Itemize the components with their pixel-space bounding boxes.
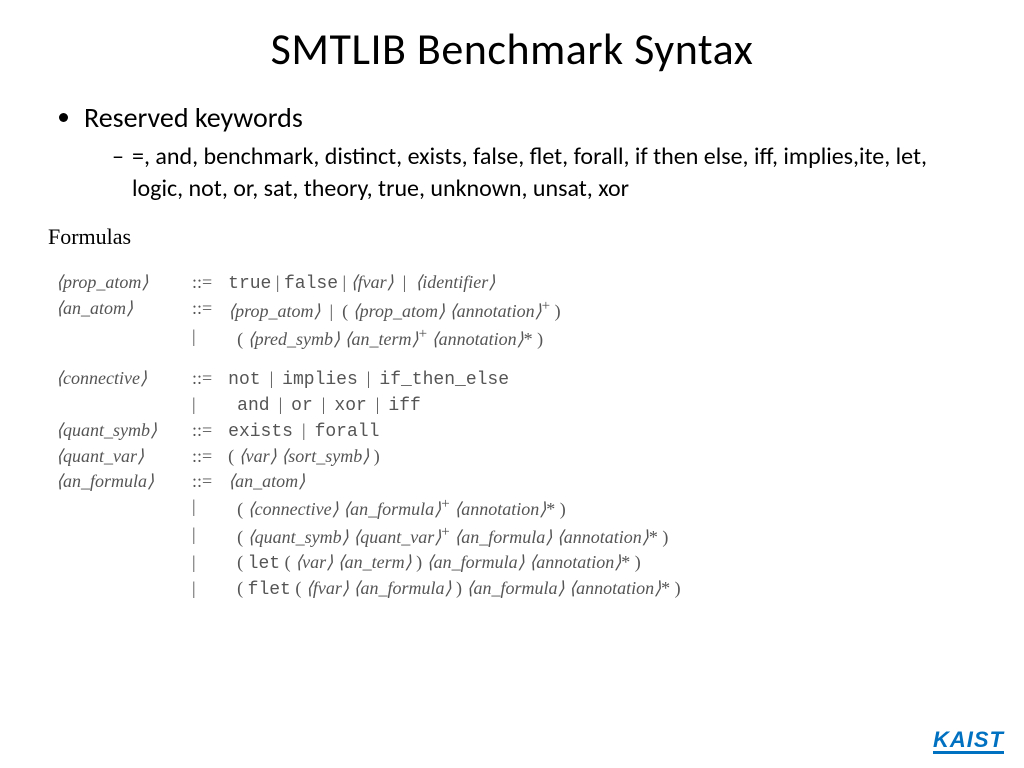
op: ::= <box>184 296 220 324</box>
op: | <box>184 494 220 522</box>
lhs: ⟨quant_var⟩ <box>48 444 184 469</box>
formulas-heading: Formulas <box>48 224 968 250</box>
rule-an-atom-cont: | ( ⟨pred_symb⟩ ⟨an_term⟩+ ⟨annotation⟩*… <box>48 324 689 352</box>
grammar-table: ⟨prop_atom⟩ ::= true | false | ⟨fvar⟩ | … <box>48 270 689 602</box>
rule-prop-atom: ⟨prop_atom⟩ ::= true | false | ⟨fvar⟩ | … <box>48 270 689 296</box>
formulas-block: Formulas ⟨prop_atom⟩ ::= true | false | … <box>48 224 968 602</box>
keywords-list: =, and, benchmark, distinct, exists, fal… <box>112 141 968 206</box>
rhs: ( ⟨pred_symb⟩ ⟨an_term⟩+ ⟨annotation⟩* ) <box>220 324 688 352</box>
op: | <box>184 550 220 576</box>
rhs: ( ⟨var⟩ ⟨sort_symb⟩ ) <box>220 444 688 469</box>
bullet-text: Reserved keywords <box>84 100 303 135</box>
rule-quant-symb: ⟨quant_symb⟩ ::= exists | forall <box>48 418 689 444</box>
rhs: exists | forall <box>220 418 688 444</box>
rule-connective: ⟨connective⟩ ::= not | implies | if_then… <box>48 366 689 392</box>
rhs: ( flet ( ⟨fvar⟩ ⟨an_formula⟩ ) ⟨an_formu… <box>220 576 688 602</box>
rule-connective-cont: | and | or | xor | iff <box>48 392 689 418</box>
bullet-list: Reserved keywords =, and, benchmark, dis… <box>56 100 968 206</box>
op: | <box>184 576 220 602</box>
slide: SMTLIB Benchmark Syntax Reserved keyword… <box>0 0 1024 768</box>
rhs: and | or | xor | iff <box>220 392 688 418</box>
kaist-logo: KAIST <box>933 727 1004 754</box>
lhs: ⟨connective⟩ <box>48 366 184 392</box>
rhs: ( let ( ⟨var⟩ ⟨an_term⟩ ) ⟨an_formula⟩ ⟨… <box>220 550 688 576</box>
rule-quant-var: ⟨quant_var⟩ ::= ( ⟨var⟩ ⟨sort_symb⟩ ) <box>48 444 689 469</box>
rule-an-formula-2: | ( ⟨connective⟩ ⟨an_formula⟩+ ⟨annotati… <box>48 494 689 522</box>
sub-bullet-list: =, and, benchmark, distinct, exists, fal… <box>84 141 968 206</box>
rhs: ⟨an_atom⟩ <box>220 469 688 494</box>
lhs: ⟨prop_atom⟩ <box>48 270 184 296</box>
rule-an-formula: ⟨an_formula⟩ ::= ⟨an_atom⟩ <box>48 469 689 494</box>
op: ::= <box>184 270 220 296</box>
rule-an-formula-5: | ( flet ( ⟨fvar⟩ ⟨an_formula⟩ ) ⟨an_for… <box>48 576 689 602</box>
op: ::= <box>184 469 220 494</box>
slide-title: SMTLIB Benchmark Syntax <box>56 22 968 76</box>
rhs: ⟨prop_atom⟩ | ( ⟨prop_atom⟩ ⟨annotation⟩… <box>220 296 688 324</box>
rhs: ( ⟨connective⟩ ⟨an_formula⟩+ ⟨annotation… <box>220 494 688 522</box>
bullet-reserved-keywords: Reserved keywords =, and, benchmark, dis… <box>84 100 968 206</box>
rhs: true | false | ⟨fvar⟩ | ⟨identifier⟩ <box>220 270 688 296</box>
op: | <box>184 324 220 352</box>
rhs: not | implies | if_then_else <box>220 366 688 392</box>
rhs: ( ⟨quant_symb⟩ ⟨quant_var⟩+ ⟨an_formula⟩… <box>220 522 688 550</box>
lhs: ⟨an_atom⟩ <box>48 296 184 324</box>
logo-text: KAIST <box>933 727 1004 752</box>
lhs: ⟨quant_symb⟩ <box>48 418 184 444</box>
rule-an-atom: ⟨an_atom⟩ ::= ⟨prop_atom⟩ | ( ⟨prop_atom… <box>48 296 689 324</box>
op: ::= <box>184 366 220 392</box>
lhs: ⟨an_formula⟩ <box>48 469 184 494</box>
op: | <box>184 392 220 418</box>
rule-an-formula-4: | ( let ( ⟨var⟩ ⟨an_term⟩ ) ⟨an_formula⟩… <box>48 550 689 576</box>
op: ::= <box>184 418 220 444</box>
rule-an-formula-3: | ( ⟨quant_symb⟩ ⟨quant_var⟩+ ⟨an_formul… <box>48 522 689 550</box>
op: | <box>184 522 220 550</box>
op: ::= <box>184 444 220 469</box>
